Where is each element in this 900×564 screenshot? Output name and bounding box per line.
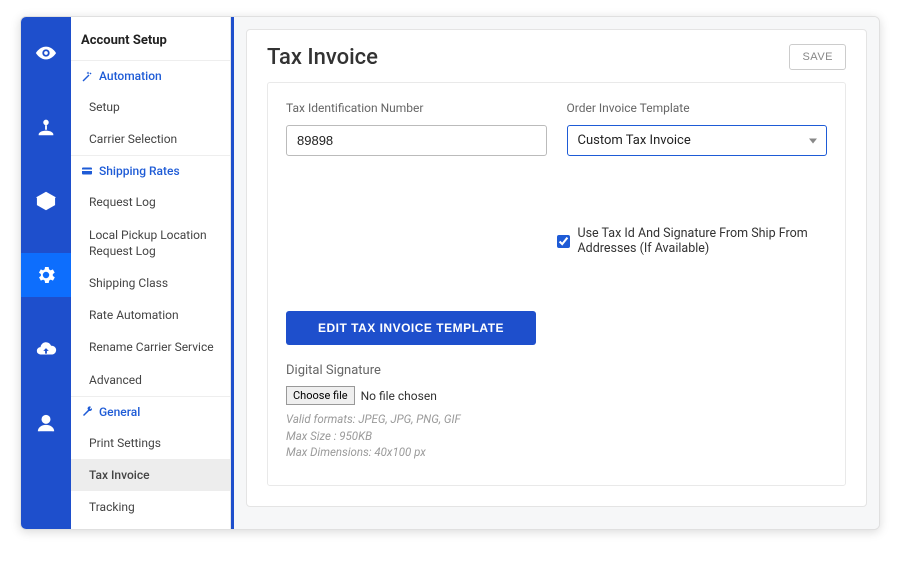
use-ship-from-row: Use Tax Id And Signature From Ship From …: [286, 226, 827, 256]
tax-id-label: Tax Identification Number: [286, 101, 547, 115]
sidebar-item-shipping-class[interactable]: Shipping Class: [71, 267, 230, 299]
tax-id-input[interactable]: [286, 125, 547, 156]
template-select[interactable]: Custom Tax Invoice: [567, 125, 828, 156]
section-head-shipping-rates[interactable]: Shipping Rates: [71, 155, 230, 186]
choose-file-button[interactable]: Choose file: [286, 386, 355, 405]
form-row: Tax Identification Number Order Invoice …: [286, 101, 827, 156]
section-label: General: [99, 405, 140, 419]
rail-gear-icon[interactable]: [21, 253, 71, 297]
hint-size: Max Size : 950KB: [286, 428, 827, 445]
sidebar-item-setup[interactable]: Setup: [71, 91, 230, 123]
section-label: Automation: [99, 69, 162, 83]
sidebar-item-tracking[interactable]: Tracking: [71, 491, 230, 523]
wand-icon: [81, 70, 93, 82]
rail-box-icon[interactable]: [21, 179, 71, 223]
template-label: Order Invoice Template: [567, 101, 828, 115]
card-header: Tax Invoice SAVE: [267, 44, 846, 70]
rail-eye-icon[interactable]: [21, 31, 71, 75]
card-body: Tax Identification Number Order Invoice …: [267, 82, 846, 486]
rail-joystick-icon[interactable]: [21, 105, 71, 149]
file-status: No file chosen: [361, 389, 437, 403]
save-button[interactable]: SAVE: [789, 44, 846, 70]
hint-formats: Valid formats: JPEG, JPG, PNG, GIF: [286, 411, 827, 428]
icon-rail: [21, 17, 71, 529]
field-tax-id: Tax Identification Number: [286, 101, 547, 156]
hint-dimensions: Max Dimensions: 40x100 px: [286, 444, 827, 461]
section-head-automation[interactable]: Automation: [71, 60, 230, 91]
sidebar-item-advanced[interactable]: Advanced: [71, 364, 230, 396]
card: Tax Invoice SAVE Tax Identification Numb…: [246, 29, 867, 507]
sidebar-item-tax-invoice[interactable]: Tax Invoice: [71, 459, 230, 491]
sidebar-item-rename-carrier[interactable]: Rename Carrier Service: [71, 331, 230, 363]
wrench-icon: [81, 406, 93, 418]
sidebar-item-rate-automation[interactable]: Rate Automation: [71, 299, 230, 331]
chevron-down-icon: [809, 138, 817, 143]
sidebar: Account Setup Automation Setup Carrier S…: [71, 17, 231, 529]
section-head-general[interactable]: General: [71, 396, 230, 427]
sidebar-item-carrier-selection[interactable]: Carrier Selection: [71, 123, 230, 155]
field-invoice-template: Order Invoice Template Custom Tax Invoic…: [567, 101, 828, 156]
template-select-value: Custom Tax Invoice: [567, 125, 828, 156]
main-content: Tax Invoice SAVE Tax Identification Numb…: [231, 17, 879, 529]
digital-signature-label: Digital Signature: [286, 363, 827, 378]
sidebar-item-print-settings[interactable]: Print Settings: [71, 427, 230, 459]
page-title: Tax Invoice: [267, 45, 378, 70]
file-hints: Valid formats: JPEG, JPG, PNG, GIF Max S…: [286, 411, 827, 461]
use-ship-from-label: Use Tax Id And Signature From Ship From …: [578, 226, 828, 256]
sidebar-item-local-pickup-log[interactable]: Local Pickup Location Request Log: [71, 219, 230, 267]
app-frame: Account Setup Automation Setup Carrier S…: [20, 16, 880, 530]
rail-user-icon[interactable]: [21, 401, 71, 445]
sidebar-item-email[interactable]: Email: [71, 523, 230, 529]
rail-cloud-upload-icon[interactable]: [21, 327, 71, 371]
file-row: Choose file No file chosen: [286, 386, 827, 405]
section-label: Shipping Rates: [99, 164, 180, 178]
use-ship-from-checkbox[interactable]: [557, 234, 570, 249]
edit-template-button[interactable]: EDIT TAX INVOICE TEMPLATE: [286, 311, 536, 345]
sidebar-item-request-log[interactable]: Request Log: [71, 186, 230, 218]
card-icon: [81, 165, 93, 177]
sidebar-title: Account Setup: [71, 17, 230, 60]
